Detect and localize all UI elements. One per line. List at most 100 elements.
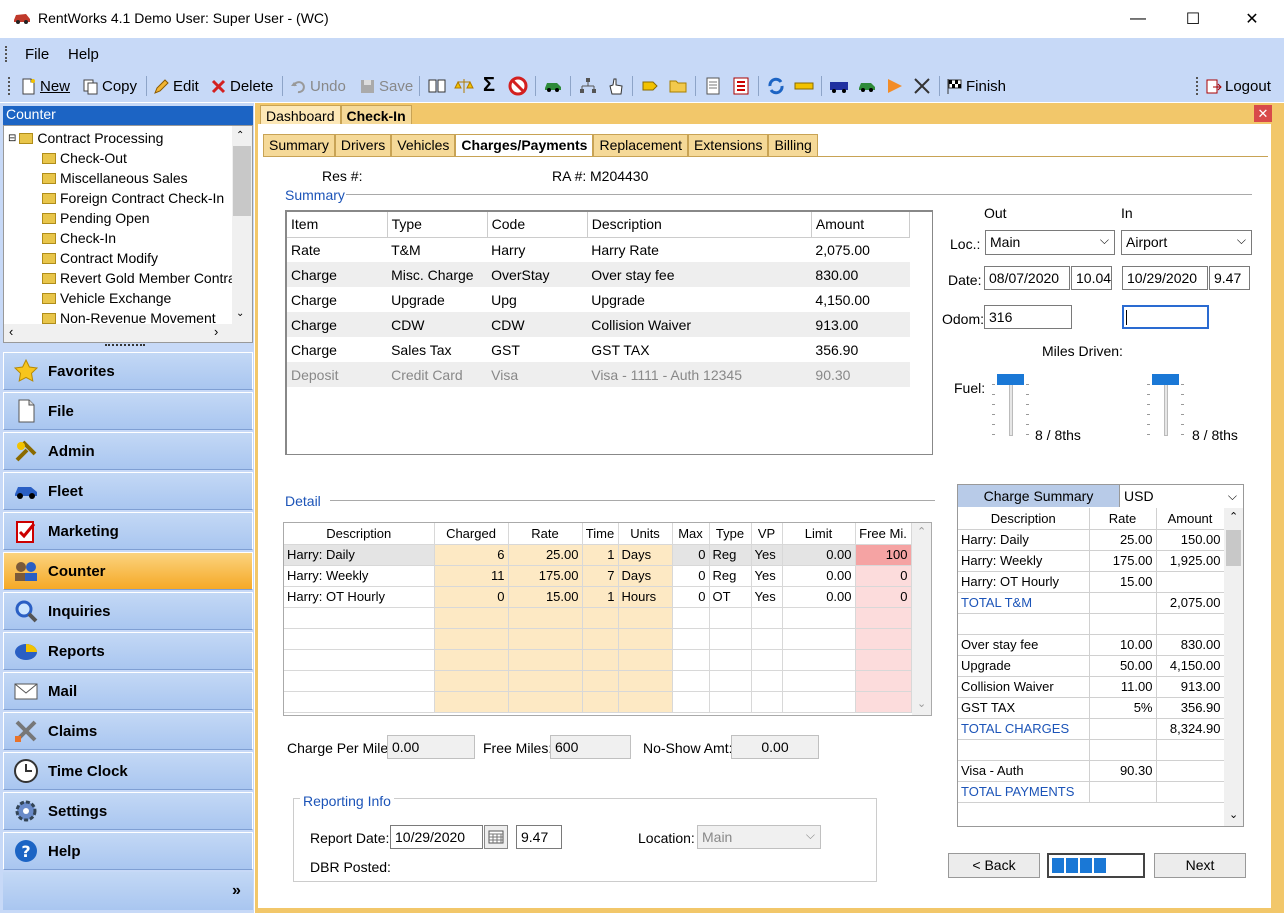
document-lines-icon[interactable] [703,76,723,96]
scroll-down-icon[interactable]: ⌄ [917,697,926,710]
summary-col-header[interactable]: Description [587,212,812,238]
nav-fleet-button[interactable]: Fleet [3,472,253,510]
nav-more-button[interactable]: » [232,882,241,900]
edit-button[interactable]: Edit [153,76,199,96]
detail-row[interactable] [284,691,912,713]
summary-row[interactable]: Charge CDW CDW Collision Waiver 913.00 [287,312,910,337]
sub-tab-drivers[interactable]: Drivers [334,134,392,156]
nav-inquiries-button[interactable]: Inquiries [3,592,253,630]
close-window-button[interactable]: ✕ [1229,0,1275,38]
nav-marketing-button[interactable]: Marketing [3,512,253,550]
detail-scrollbar[interactable]: ⌃ ⌄ [912,523,931,715]
nav-reports-button[interactable]: Reports [3,632,253,670]
sigma-icon[interactable]: Σ [483,74,495,97]
detail-col-header[interactable]: Time [582,523,619,545]
nav-settings-button[interactable]: Settings [3,792,253,830]
delete-button[interactable]: Delete [210,76,273,96]
detail-col-header[interactable]: Limit [782,523,856,545]
sub-tab-summary[interactable]: Summary [263,134,335,156]
fuel-in-thumb[interactable] [1152,374,1179,385]
tree-root-contract-processing[interactable]: ⊟ Contract Processing [8,128,243,148]
detail-row[interactable] [284,649,912,671]
nav-favorites-button[interactable]: Favorites [3,352,253,390]
summary-col-header[interactable]: Item [287,212,388,238]
minimize-button[interactable]: — [1115,0,1161,38]
nav-mail-button[interactable]: Mail [3,672,253,710]
report-date-field[interactable]: 10/29/2020 [390,825,483,849]
summary-col-header[interactable]: Type [387,212,488,238]
sub-tab-extensions[interactable]: Extensions [687,134,769,156]
logout-button[interactable]: Logout [1205,76,1271,96]
summary-row[interactable]: Charge Upgrade Upg Upgrade 4,150.00 [287,287,910,312]
summary-grid[interactable]: Item Type Code Description Amount Rate T&M Har… [285,210,933,455]
undo-button[interactable]: Undo [290,76,346,96]
tree-vertical-scrollbar[interactable]: ⌃ ⌄ [232,126,252,324]
fuel-in-slider[interactable] [1145,374,1190,438]
detail-row[interactable]: Harry: OT Hourly 0 15.00 1 Hours 0 OT Yes 0.00 0 [284,586,912,608]
sub-tab-vehicles[interactable]: Vehicles [391,134,456,156]
scroll-right-icon[interactable]: › [214,324,218,339]
splitter-grip[interactable] [105,344,145,348]
detail-row[interactable]: Harry: Daily 6 25.00 1 Days 0 Reg Yes 0.00 100 [284,544,912,566]
charge-summary-col-header[interactable]: Rate [1089,508,1157,530]
date-in-field[interactable]: 10/29/2020 [1122,266,1208,290]
nav-counter-button[interactable]: Counter [3,552,253,590]
detail-col-header[interactable]: VP [751,523,783,545]
detail-col-header[interactable]: Max [672,523,710,545]
date-out-field[interactable]: 08/07/2020 [984,266,1070,290]
car-swap-icon[interactable] [857,76,877,96]
close-tab-icon[interactable]: ✕ [1254,105,1272,122]
charge-summary-col-header[interactable]: Description [958,508,1090,530]
summary-col-header[interactable]: Code [487,212,588,238]
currency-select[interactable]: USD ⌵ [1119,485,1243,507]
tree-item[interactable]: Foreign Contract Check-In [42,188,243,208]
tree-item[interactable]: Check-Out [42,148,243,168]
tree-horizontal-scrollbar[interactable]: ‹ › [4,324,252,342]
detail-row[interactable]: Harry: Weekly 11 175.00 7 Days 0 Reg Yes 0.00 0 [284,565,912,587]
nav-help-button[interactable]: ? Help [3,832,253,870]
book-icon[interactable] [427,76,447,96]
detail-col-header[interactable]: Type [709,523,752,545]
summary-row[interactable]: Rate T&M Harry Harry Rate 2,075.00 [287,237,910,262]
finish-button[interactable]: Finish [946,76,1006,96]
menu-help[interactable]: Help [68,46,99,63]
next-button[interactable]: Next [1154,853,1246,878]
ruler-icon[interactable] [794,76,814,96]
summary-row[interactable]: Deposit Credit Card Visa Visa - 1111 - Auth… [287,362,910,387]
detail-col-header[interactable]: Description [284,523,435,545]
summary-row[interactable]: Charge Misc. Charge OverStay Over stay fee 8… [287,262,910,287]
report-time-field[interactable]: 9.47 [516,825,562,849]
summary-row[interactable]: Charge Sales Tax GST GST TAX 356.90 [287,337,910,362]
charge-summary-scrollbar[interactable]: ⌃ ⌄ [1224,508,1243,826]
orange-arrow-icon[interactable] [885,76,905,96]
detail-row[interactable] [284,607,912,629]
odometer-in-field[interactable] [1122,305,1209,329]
green-car-icon[interactable] [543,76,563,96]
summary-col-header[interactable]: Amount [811,212,911,238]
scroll-up-icon[interactable]: ⌃ [236,130,244,141]
sub-tab-billing[interactable]: Billing [768,134,818,156]
scales-icon[interactable] [454,76,474,96]
nav-file-button[interactable]: File [3,392,253,430]
detail-col-header[interactable]: Charged [434,523,509,545]
no-entry-icon[interactable] [508,76,528,96]
org-chart-icon[interactable] [578,76,598,96]
collapse-icon[interactable]: ⊟ [8,133,16,144]
nav-admin-button[interactable]: Admin [3,432,253,470]
no-show-amount-field[interactable]: 0.00 [731,735,819,759]
fuel-out-slider[interactable] [990,374,1035,438]
back-button[interactable]: < Back [948,853,1040,878]
odometer-out-field[interactable]: 316 [984,305,1072,329]
scroll-thumb[interactable] [1226,530,1241,566]
copy-button[interactable]: Copy [82,76,137,96]
time-out-field[interactable]: 10.04 [1071,266,1112,290]
charge-summary-grid[interactable]: Description Rate Amount Harry: Daily 25.00 1… [958,508,1224,826]
maximize-button[interactable]: ☐ [1170,0,1216,38]
detail-row[interactable] [284,670,912,692]
blue-van-icon[interactable] [829,76,849,96]
charge-per-mile-field[interactable]: 0.00 [387,735,475,759]
location-in-select[interactable]: Airport ⌵ [1121,230,1252,255]
refresh-icon[interactable] [766,76,786,96]
tree-item[interactable]: Miscellaneous Sales [42,168,243,188]
hand-pointer-icon[interactable] [606,76,626,96]
